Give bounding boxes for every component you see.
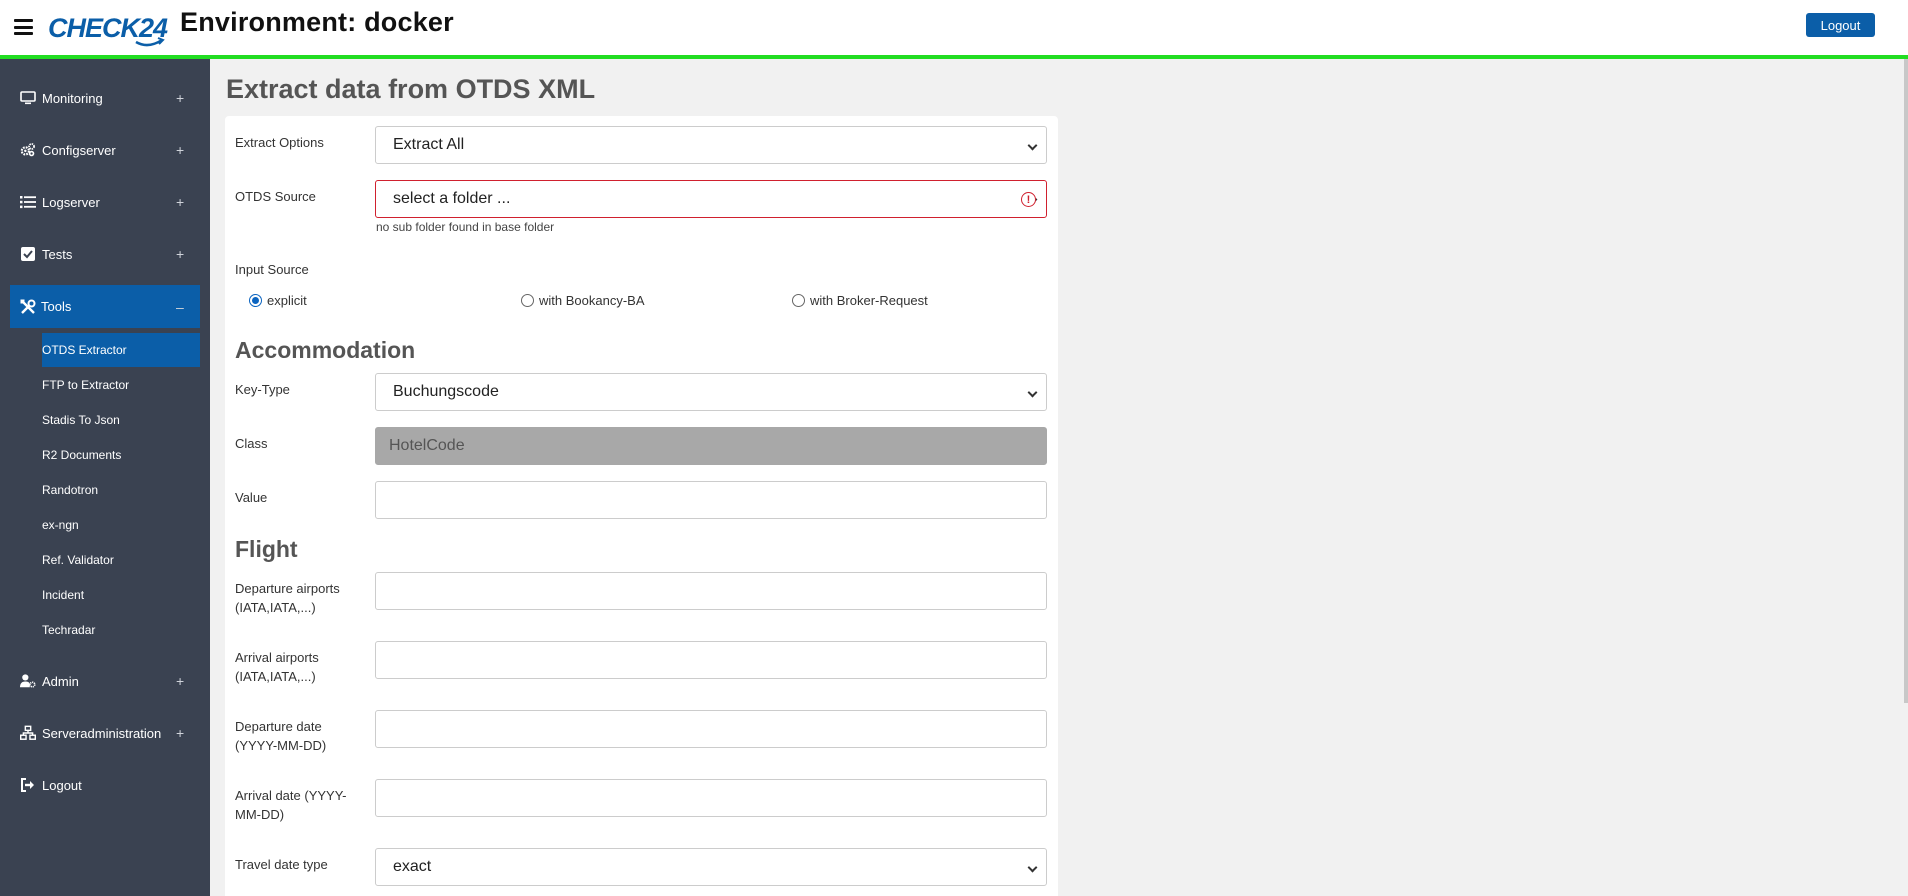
departure-airports-label: Departure airports (IATA,IATA,...) bbox=[235, 581, 340, 615]
collapse-icon: – bbox=[176, 298, 184, 315]
input-source-radio-broker[interactable]: with Broker-Request bbox=[792, 293, 928, 308]
departure-airports-input[interactable] bbox=[375, 572, 1047, 610]
sidebar-item-label: Logserver bbox=[42, 194, 100, 210]
tools-icon bbox=[20, 299, 36, 315]
sidebar-item-label: Serveradministration bbox=[42, 725, 162, 741]
gears-icon bbox=[20, 142, 36, 158]
otds-source-label: OTDS Source bbox=[235, 189, 316, 204]
chevron-down-icon bbox=[1027, 140, 1038, 151]
extract-options-select[interactable]: Extract All bbox=[375, 126, 1047, 164]
sidebar-subitem-techradar[interactable]: Techradar bbox=[42, 613, 200, 647]
sidebar-item-admin[interactable]: Admin + bbox=[0, 666, 210, 696]
accommodation-heading: Accommodation bbox=[235, 337, 416, 363]
sidebar-item-label: Admin bbox=[42, 673, 79, 689]
value-input[interactable] bbox=[375, 481, 1047, 519]
expand-icon: + bbox=[176, 142, 185, 158]
environment-title: Environment: docker bbox=[180, 7, 454, 37]
sidebar-item-logserver[interactable]: Logserver + bbox=[0, 187, 210, 217]
arrival-date-label: Arrival date (YYYY- MM-DD) bbox=[235, 788, 347, 822]
arrival-airports-input[interactable] bbox=[375, 641, 1047, 679]
expand-icon: + bbox=[176, 246, 185, 262]
sidebar-subitem-stadis-to-json[interactable]: Stadis To Json bbox=[42, 403, 200, 437]
logout-button[interactable]: Logout bbox=[1806, 13, 1875, 37]
sidebar-item-label: Logout bbox=[42, 777, 82, 793]
page-title: Extract data from OTDS XML bbox=[226, 74, 596, 104]
page-scrollbar[interactable] bbox=[1904, 59, 1908, 703]
key-type-label: Key-Type bbox=[235, 382, 290, 397]
arrival-date-input[interactable] bbox=[375, 779, 1047, 817]
otds-source-help-text: no sub folder found in base folder bbox=[376, 220, 555, 234]
sidebar-item-label: Tests bbox=[42, 246, 73, 262]
hamburger-menu-icon[interactable] bbox=[14, 19, 33, 35]
sidebar-item-label: Configserver bbox=[42, 142, 116, 158]
expand-icon: + bbox=[176, 673, 185, 689]
svg-text:CHECK24: CHECK24 bbox=[48, 13, 168, 43]
user-gear-icon bbox=[20, 673, 36, 689]
expand-icon: + bbox=[176, 725, 185, 741]
list-icon bbox=[20, 194, 36, 210]
error-icon: ! bbox=[1021, 192, 1036, 207]
flight-heading: Flight bbox=[235, 536, 298, 562]
sidebar-item-configserver[interactable]: Configserver + bbox=[0, 135, 210, 165]
radio-unchecked-icon bbox=[521, 294, 534, 307]
chevron-down-icon bbox=[1027, 387, 1038, 398]
class-field-disabled: HotelCode bbox=[375, 427, 1047, 465]
sidebar-item-label: Tools bbox=[41, 299, 72, 314]
check24-logo[interactable]: CHECK24 bbox=[48, 9, 172, 49]
travel-date-type-select[interactable]: exact bbox=[375, 848, 1047, 886]
sidebar-item-tests[interactable]: Tests + bbox=[0, 239, 210, 269]
sidebar-subitem-r2-documents[interactable]: R2 Documents bbox=[42, 438, 200, 472]
class-label: Class bbox=[235, 436, 268, 451]
departure-date-input[interactable] bbox=[375, 710, 1047, 748]
monitor-icon bbox=[20, 90, 36, 106]
expand-icon: + bbox=[176, 194, 185, 210]
sidebar-item-monitoring[interactable]: Monitoring + bbox=[0, 83, 210, 113]
otds-source-select[interactable]: select a folder ... ! bbox=[375, 180, 1047, 218]
sign-out-icon bbox=[20, 777, 36, 793]
radio-checked-icon bbox=[249, 294, 262, 307]
expand-icon: + bbox=[176, 90, 185, 106]
chevron-down-icon bbox=[1027, 862, 1038, 873]
value-label: Value bbox=[235, 490, 268, 505]
arrival-airports-label: Arrival airports (IATA,IATA,...) bbox=[235, 650, 319, 684]
sidebar-item-tools[interactable]: Tools – bbox=[10, 285, 200, 328]
sidebar-item-label: Monitoring bbox=[42, 90, 103, 106]
sidebar-subitem-incident[interactable]: Incident bbox=[42, 578, 200, 612]
sidebar-subitem-ex-ngn[interactable]: ex-ngn bbox=[42, 508, 200, 542]
radio-unchecked-icon bbox=[792, 294, 805, 307]
extract-options-label: Extract Options bbox=[235, 135, 324, 150]
sidebar-item-serveradministration[interactable]: Serveradministration + bbox=[0, 718, 210, 748]
input-source-label: Input Source bbox=[235, 262, 309, 277]
network-icon bbox=[20, 725, 36, 741]
travel-date-type-label: Travel date type bbox=[235, 857, 328, 872]
sidebar-subitem-randotron[interactable]: Randotron bbox=[42, 473, 200, 507]
checkbox-icon bbox=[20, 246, 36, 262]
sidebar-subitem-ref-validator[interactable]: Ref. Validator bbox=[42, 543, 200, 577]
top-header: CHECK24 Environment: docker Logout bbox=[0, 0, 1908, 59]
sidebar-subitem-otds-extractor[interactable]: OTDS Extractor bbox=[42, 333, 200, 367]
departure-date-label: Departure date (YYYY-MM-DD) bbox=[235, 719, 327, 753]
input-source-radio-explicit[interactable]: explicit bbox=[249, 293, 307, 308]
input-source-radio-bookancy[interactable]: with Bookancy-BA bbox=[521, 293, 645, 308]
key-type-select[interactable]: Buchungscode bbox=[375, 373, 1047, 411]
sidebar-subitem-ftp-to-extractor[interactable]: FTP to Extractor bbox=[42, 368, 200, 402]
sidebar-item-logout[interactable]: Logout bbox=[0, 770, 210, 800]
